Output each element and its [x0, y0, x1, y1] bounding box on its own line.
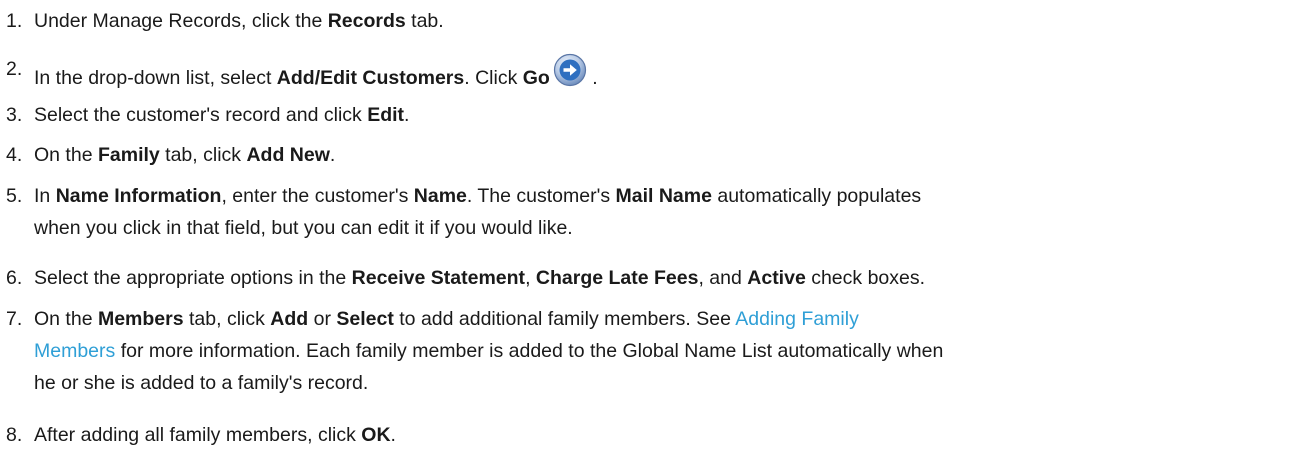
text: tab, click [159, 144, 247, 166]
text: , and [698, 267, 748, 289]
text: automatically populates [711, 185, 922, 207]
ui-term: Add/Edit Customers [276, 67, 465, 89]
step-number: 8. [6, 424, 23, 446]
step-number: 7. [6, 308, 23, 330]
text: . Click [464, 67, 523, 89]
go-arrow-icon [553, 53, 586, 87]
text: , [525, 267, 536, 289]
ui-term: Add New [246, 144, 330, 166]
text: tab, click [183, 308, 271, 330]
ui-term: Receive Statement [351, 267, 526, 289]
text: Under Manage Records, click the [34, 10, 328, 32]
step-number: 4. [6, 144, 23, 166]
adding-family-members-link[interactable]: Members [34, 340, 115, 362]
ui-term: OK [361, 424, 391, 446]
step-text: Select the appropriate options in the Re… [34, 262, 1300, 294]
text: check boxes. [805, 267, 926, 289]
text: . [390, 424, 396, 446]
step-text: After adding all family members, click O… [34, 419, 1300, 451]
text: for more information. Each family member… [115, 340, 944, 362]
text: Select the appropriate options in the [34, 267, 352, 289]
adding-family-members-link[interactable]: Adding Family [735, 308, 859, 330]
text: In the drop-down list, select [34, 67, 277, 89]
step-text: Under Manage Records, click the Records … [34, 5, 1300, 37]
ui-term: Charge Late Fees [535, 267, 699, 289]
text: tab. [405, 10, 444, 32]
text: On the [34, 308, 98, 330]
ui-term: Records [327, 10, 406, 32]
ui-term: Name Information [55, 185, 222, 207]
step-text: On the Members tab, click Add or Select … [34, 303, 1300, 399]
ui-term: Edit [367, 104, 405, 126]
step-text: On the Family tab, click Add New. [34, 139, 1300, 171]
text: In [34, 185, 56, 207]
ui-term: Select [336, 308, 394, 330]
text: , enter the customer's [221, 185, 414, 207]
step-number: 6. [6, 267, 23, 289]
step-number: 5. [6, 185, 23, 207]
text: On the [34, 144, 98, 166]
step-text: In the drop-down list, select Add/Edit C… [34, 53, 1300, 94]
text: . The customer's [466, 185, 616, 207]
ui-term: Name [413, 185, 467, 207]
text: or [308, 308, 337, 330]
step-line: when you click in that field, but you ca… [34, 217, 573, 239]
step-line: On the Members tab, click Add or Select … [34, 303, 1300, 335]
ui-term: Family [97, 144, 160, 166]
step-number: 1. [6, 10, 23, 32]
text: . [586, 67, 598, 89]
text: After adding all family members, click [34, 424, 362, 446]
step-line: In Name Information, enter the customer'… [34, 180, 1300, 212]
ui-term: Active [747, 267, 806, 289]
ui-term: Go [522, 67, 550, 89]
ui-term: Mail Name [615, 185, 712, 207]
step-line: he or she is added to a family's record. [34, 372, 369, 394]
ui-term: Add [270, 308, 309, 330]
step-text: In Name Information, enter the customer'… [34, 180, 1300, 244]
step-line: Members for more information. Each famil… [34, 335, 1300, 367]
text: Select the customer's record and click [34, 104, 368, 126]
step-number: 3. [6, 104, 23, 126]
text: . [329, 144, 336, 166]
ui-term: Members [97, 308, 184, 330]
step-number: 2. [6, 58, 23, 80]
step-text: Select the customer's record and click E… [34, 99, 1300, 131]
text: to add additional family members. See [393, 308, 736, 330]
text: . [404, 104, 410, 126]
